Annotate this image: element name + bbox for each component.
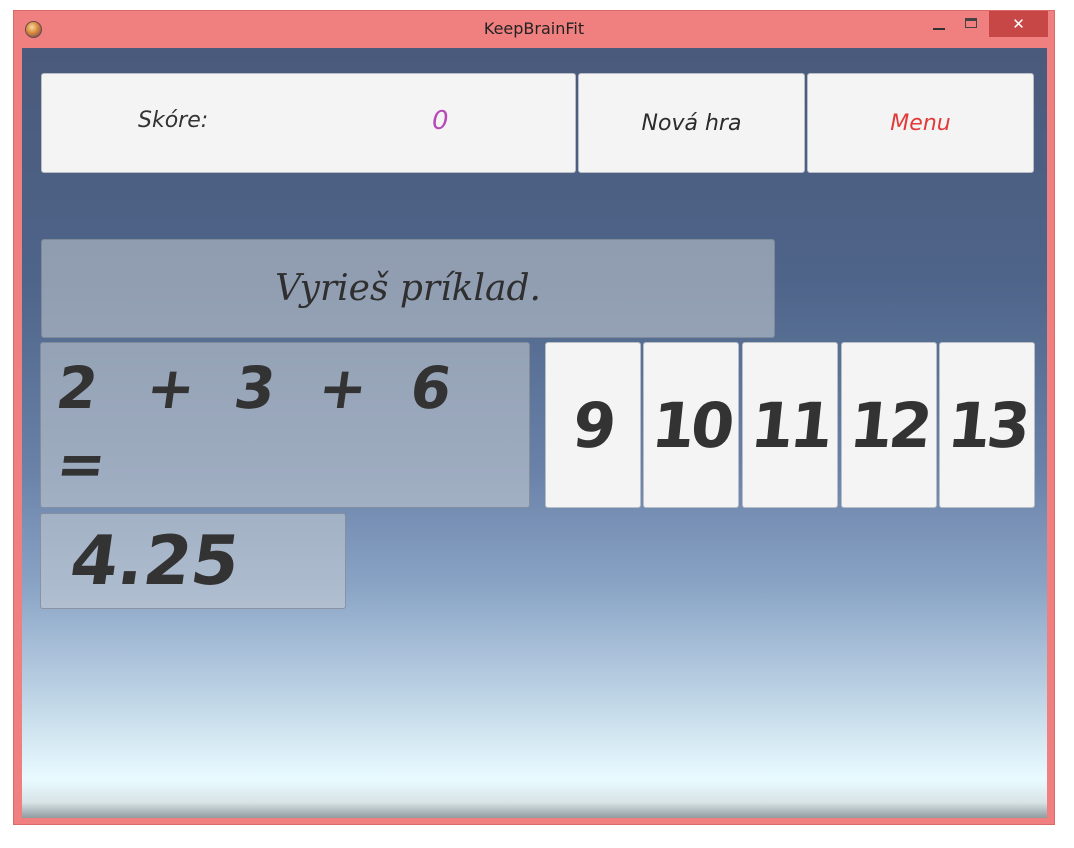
close-button[interactable]: ✕ xyxy=(989,11,1048,37)
menu-label: Menu xyxy=(890,110,951,136)
answer-value: 4.25 xyxy=(65,522,245,601)
new-game-label: Nová hra xyxy=(641,110,742,136)
equation-operand: 6 xyxy=(406,354,456,422)
score-label: Skóre: xyxy=(138,108,209,133)
app-window: KeepBrainFit ✕ Skóre: 0 Nová hra Menu Vy… xyxy=(13,10,1055,825)
choice-label: 11 xyxy=(747,388,833,462)
instruction-panel: Vyrieš príklad. xyxy=(41,239,775,338)
instruction-text: Vyrieš príklad. xyxy=(275,268,541,309)
title-bar[interactable]: KeepBrainFit ✕ xyxy=(14,11,1054,48)
choice-label: 9 xyxy=(569,388,617,462)
new-game-button[interactable]: Nová hra xyxy=(578,73,805,173)
score-value: 0 xyxy=(432,106,449,136)
choice-button[interactable]: 9 xyxy=(545,342,641,508)
equation-row: 2 + 3 + 6 xyxy=(52,353,473,423)
maximize-button[interactable] xyxy=(958,11,984,37)
score-panel: Skóre: 0 xyxy=(41,73,576,173)
choice-button[interactable]: 11 xyxy=(742,342,838,508)
equation-operator: + xyxy=(313,354,373,422)
maximize-icon xyxy=(965,18,977,28)
equation-panel: 2 + 3 + 6 = xyxy=(40,342,530,508)
answer-display: 4.25 xyxy=(40,513,346,609)
equation-operand: 2 xyxy=(52,354,103,422)
choice-label: 12 xyxy=(846,388,932,462)
game-area: Skóre: 0 Nová hra Menu Vyrieš príklad. 2… xyxy=(22,48,1047,818)
equation-operand: 3 xyxy=(230,354,280,422)
window-title: KeepBrainFit xyxy=(483,19,585,38)
choice-button[interactable]: 13 xyxy=(939,342,1035,508)
menu-button[interactable]: Menu xyxy=(807,73,1034,173)
choice-button[interactable]: 10 xyxy=(643,342,739,508)
minimize-icon xyxy=(933,28,945,30)
equation-operator: + xyxy=(141,354,201,422)
minimize-button[interactable] xyxy=(926,11,952,37)
close-icon: ✕ xyxy=(1012,15,1025,33)
equation-equals-sign: = xyxy=(52,430,111,498)
choice-label: 13 xyxy=(944,388,1030,462)
choice-button[interactable]: 12 xyxy=(841,342,937,508)
choice-label: 10 xyxy=(648,388,734,462)
